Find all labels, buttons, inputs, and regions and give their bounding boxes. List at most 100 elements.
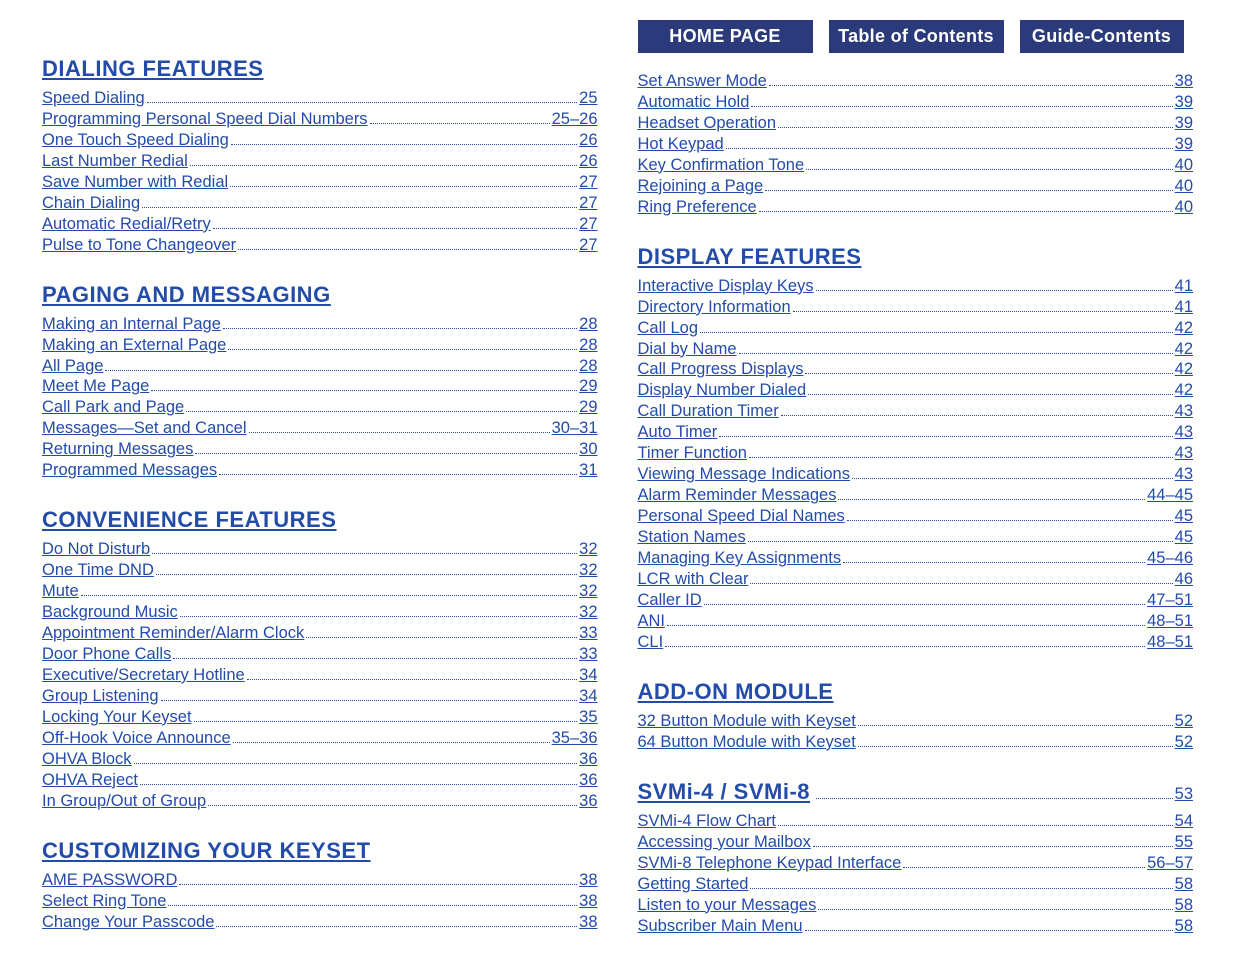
toc-entry[interactable]: Key Confirmation Tone40 [638, 155, 1194, 176]
toc-entry-label[interactable]: One Time DND [42, 560, 154, 581]
toc-entry-label[interactable]: Programming Personal Speed Dial Numbers [42, 109, 368, 130]
toc-entry-label[interactable]: Mute [42, 581, 79, 602]
toc-entry-page[interactable]: 58 [1175, 874, 1193, 895]
toc-entry-page[interactable]: 28 [579, 356, 597, 377]
toc-entry-page[interactable]: 30 [579, 439, 597, 460]
toc-entry-page[interactable]: 27 [579, 214, 597, 235]
toc-entry[interactable]: 64 Button Module with Keyset 52 [638, 732, 1194, 753]
toc-entry-page[interactable]: 29 [579, 397, 597, 418]
toc-entry-page[interactable]: 38 [579, 870, 597, 891]
toc-entry-page[interactable]: 43 [1175, 422, 1193, 443]
toc-entry[interactable]: Ring Preference40 [638, 197, 1194, 218]
toc-entry-page[interactable]: 43 [1175, 464, 1193, 485]
toc-entry[interactable]: Auto Timer43 [638, 422, 1194, 443]
toc-entry[interactable]: Messages—Set and Cancel30–31 [42, 418, 598, 439]
toc-entry-page[interactable]: 25 [579, 88, 597, 109]
home-page-button[interactable]: HOME PAGE [638, 20, 813, 53]
toc-entry-page[interactable]: 38 [579, 912, 597, 933]
toc-entry[interactable]: Door Phone Calls33 [42, 644, 598, 665]
toc-entry-page[interactable]: 32 [579, 560, 597, 581]
toc-entry-label[interactable]: Getting Started [638, 874, 749, 895]
toc-entry[interactable]: Automatic Hold39 [638, 92, 1194, 113]
toc-entry[interactable]: Timer Function 43 [638, 443, 1194, 464]
section-heading[interactable]: CONVENIENCE FEATURES [42, 507, 598, 533]
toc-entry-label[interactable]: LCR with Clear [638, 569, 749, 590]
toc-entry-page[interactable]: 34 [579, 665, 597, 686]
toc-entry-label[interactable]: Call Park and Page [42, 397, 184, 418]
toc-entry[interactable]: Call Log42 [638, 318, 1194, 339]
toc-entry-page[interactable]: 38 [579, 891, 597, 912]
toc-entry-label[interactable]: Change Your Passcode [42, 912, 214, 933]
toc-entry[interactable]: Select Ring Tone 38 [42, 891, 598, 912]
toc-entry[interactable]: Background Music32 [42, 602, 598, 623]
toc-entry-label[interactable]: Timer Function [638, 443, 747, 464]
toc-entry-label[interactable]: Caller ID [638, 590, 702, 611]
toc-entry-page[interactable]: 48–51 [1147, 632, 1193, 653]
toc-entry-label[interactable]: In Group/Out of Group [42, 791, 206, 812]
toc-entry-label[interactable]: Call Duration Timer [638, 401, 779, 422]
toc-entry[interactable]: OHVA Block36 [42, 749, 598, 770]
toc-entry-label[interactable]: Viewing Message Indications [638, 464, 851, 485]
toc-entry[interactable]: One Touch Speed Dialing 26 [42, 130, 598, 151]
toc-entry-page[interactable]: 53 [1175, 785, 1193, 804]
section-heading[interactable]: PAGING AND MESSAGING [42, 282, 598, 308]
toc-entry-label[interactable]: ANI [638, 611, 666, 632]
toc-entry[interactable]: Programmed Messages31 [42, 460, 598, 481]
toc-entry-label[interactable]: Call Log [638, 318, 699, 339]
toc-entry[interactable]: 32 Button Module with Keyset52 [638, 711, 1194, 732]
toc-entry-label[interactable]: Directory Information [638, 297, 791, 318]
toc-entry-label[interactable]: 32 Button Module with Keyset [638, 711, 856, 732]
toc-entry[interactable]: One Time DND 32 [42, 560, 598, 581]
toc-entry-label[interactable]: Set Answer Mode [638, 71, 767, 92]
toc-entry-page[interactable]: 54 [1175, 811, 1193, 832]
toc-entry-page[interactable]: 48–51 [1147, 611, 1193, 632]
section-heading[interactable]: DISPLAY FEATURES [638, 244, 1194, 270]
toc-entry-page[interactable]: 41 [1175, 276, 1193, 297]
toc-entry[interactable]: Personal Speed Dial Names 45 [638, 506, 1194, 527]
toc-entry-label[interactable]: Returning Messages [42, 439, 193, 460]
toc-entry-label[interactable]: Hot Keypad [638, 134, 724, 155]
toc-entry-label[interactable]: 64 Button Module with Keyset [638, 732, 856, 753]
toc-entry-page[interactable]: 56–57 [1147, 853, 1193, 874]
toc-entry-page[interactable]: 36 [579, 749, 597, 770]
toc-entry-label[interactable]: Select Ring Tone [42, 891, 166, 912]
toc-entry-label[interactable]: Station Names [638, 527, 746, 548]
toc-entry-label[interactable]: All Page [42, 356, 103, 377]
toc-entry-label[interactable]: SVMi-8 Telephone Keypad Interface [638, 853, 902, 874]
toc-entry-page[interactable]: 43 [1175, 401, 1193, 422]
toc-entry[interactable]: Returning Messages 30 [42, 439, 598, 460]
toc-entry[interactable]: SVMi-4 Flow Chart54 [638, 811, 1194, 832]
section-heading-with-page[interactable]: SVMi-4 / SVMi-8 53 [638, 779, 1194, 805]
toc-entry-label[interactable]: Appointment Reminder/Alarm Clock [42, 623, 304, 644]
toc-entry-page[interactable]: 26 [579, 130, 597, 151]
toc-entry[interactable]: Managing Key Assignments45–46 [638, 548, 1194, 569]
toc-entry-label[interactable]: Listen to your Messages [638, 895, 817, 916]
toc-entry-label[interactable]: Meet Me Page [42, 376, 149, 397]
toc-entry-label[interactable]: Interactive Display Keys [638, 276, 814, 297]
table-of-contents-button[interactable]: Table of Contents [829, 20, 1004, 53]
toc-entry-page[interactable]: 45 [1175, 527, 1193, 548]
toc-entry[interactable]: Speed Dialing25 [42, 88, 598, 109]
toc-entry[interactable]: CLI48–51 [638, 632, 1194, 653]
toc-entry-label[interactable]: Programmed Messages [42, 460, 217, 481]
toc-entry-page[interactable]: 45 [1175, 506, 1193, 527]
toc-entry[interactable]: LCR with Clear46 [638, 569, 1194, 590]
toc-entry-page[interactable]: 39 [1175, 113, 1193, 134]
toc-entry[interactable]: Making an External Page28 [42, 335, 598, 356]
toc-entry-label[interactable]: Personal Speed Dial Names [638, 506, 845, 527]
toc-entry-label[interactable]: One Touch Speed Dialing [42, 130, 229, 151]
toc-entry-label[interactable]: Executive/Secretary Hotline [42, 665, 245, 686]
toc-entry-page[interactable]: 27 [579, 172, 597, 193]
toc-entry-label[interactable]: Dial by Name [638, 339, 737, 360]
toc-entry[interactable]: Dial by Name 42 [638, 339, 1194, 360]
toc-entry-page[interactable]: 42 [1175, 339, 1193, 360]
section-heading[interactable]: SVMi-4 / SVMi-8 [638, 779, 811, 805]
toc-entry-page[interactable]: 40 [1175, 176, 1193, 197]
toc-entry[interactable]: SVMi-8 Telephone Keypad Interface 56–57 [638, 853, 1194, 874]
toc-entry-page[interactable]: 36 [579, 791, 597, 812]
toc-entry-page[interactable]: 43 [1175, 443, 1193, 464]
toc-entry-page[interactable]: 28 [579, 314, 597, 335]
toc-entry-page[interactable]: 35 [579, 707, 597, 728]
toc-entry[interactable]: In Group/Out of Group 36 [42, 791, 598, 812]
toc-entry-label[interactable]: Key Confirmation Tone [638, 155, 805, 176]
